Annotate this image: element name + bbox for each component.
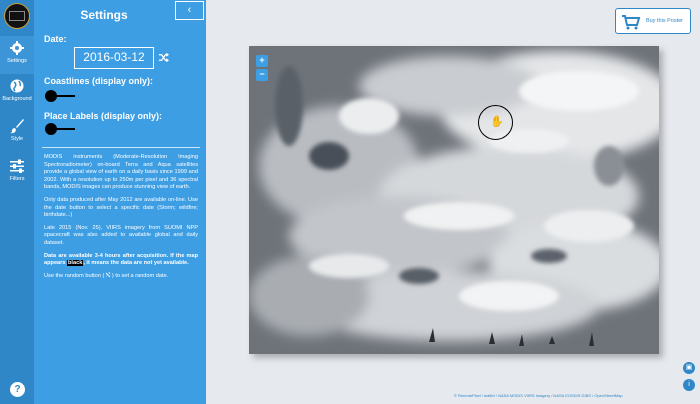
app-logo[interactable]: [4, 3, 30, 29]
description-paragraph-modis: MODIS instruments (Moderate-Resolution I…: [44, 154, 198, 191]
buy-poster-button[interactable]: Buy this Poster: [615, 8, 691, 34]
buy-poster-label: Buy this Poster: [646, 18, 683, 24]
place-labels-label: Place Labels (display only):: [44, 111, 163, 121]
collapse-panel-button[interactable]: ‹: [175, 1, 204, 20]
globe-icon: [10, 79, 24, 93]
gear-icon: [10, 41, 24, 55]
info-button[interactable]: i: [683, 379, 695, 391]
rail-item-background[interactable]: Background: [0, 74, 34, 112]
rail-label-settings: Settings: [7, 58, 27, 64]
settings-panel: Settings ‹ Date: 2016-03-12 Coastlines (…: [34, 0, 206, 404]
panel-title: Settings: [80, 8, 128, 22]
coastlines-label: Coastlines (display only):: [44, 76, 154, 86]
date-input[interactable]: 2016-03-12: [74, 47, 154, 69]
zoom-in-button[interactable]: +: [256, 55, 268, 67]
description-paragraph-delay: Data are available 3-4 hours after acqui…: [44, 252, 198, 267]
date-label: Date:: [44, 34, 67, 44]
rail-label-filters: Filters: [9, 176, 25, 182]
coastlines-toggle[interactable]: [45, 90, 75, 102]
sliders-icon: [10, 159, 24, 173]
rail-label-style: Style: [10, 136, 24, 142]
rail-item-style[interactable]: Style: [0, 114, 34, 152]
image-download-button[interactable]: ▣: [683, 362, 695, 374]
rail-item-filters[interactable]: Filters: [0, 154, 34, 192]
satellite-imagery: [249, 46, 659, 354]
rail-item-settings[interactable]: Settings: [0, 36, 34, 74]
shuffle-icon[interactable]: [158, 52, 169, 63]
cursor-indicator: ✋: [478, 105, 513, 140]
icon-rail: Settings Background Style Filters ?: [0, 0, 34, 404]
satellite-map[interactable]: + − ✋: [249, 46, 659, 354]
description-paragraph-availability: Only data produced after May 2012 are av…: [44, 196, 198, 219]
brush-icon: [10, 119, 24, 134]
description-paragraph-viirs: Late 2015 (Nov. 25), VIIRS imagery from …: [44, 224, 198, 246]
main-area: Buy this Poster + − ✋ ▣ i © RemotePixel …: [206, 0, 700, 404]
description-text: MODIS instruments (Moderate-Resolution I…: [44, 154, 198, 285]
map-attribution: © RemotePixel / leaflet / NASA MODIS VII…: [454, 393, 623, 398]
place-labels-toggle[interactable]: [45, 123, 75, 135]
grab-hand-icon: ✋: [490, 116, 504, 128]
description-paragraph-random: Use the random button ( ⤭ ) to set a ran…: [44, 272, 169, 279]
divider: [42, 147, 200, 148]
cart-icon: [622, 15, 641, 30]
zoom-out-button[interactable]: −: [256, 69, 268, 81]
help-button[interactable]: ?: [10, 382, 25, 397]
rail-label-background: Background: [2, 96, 32, 102]
